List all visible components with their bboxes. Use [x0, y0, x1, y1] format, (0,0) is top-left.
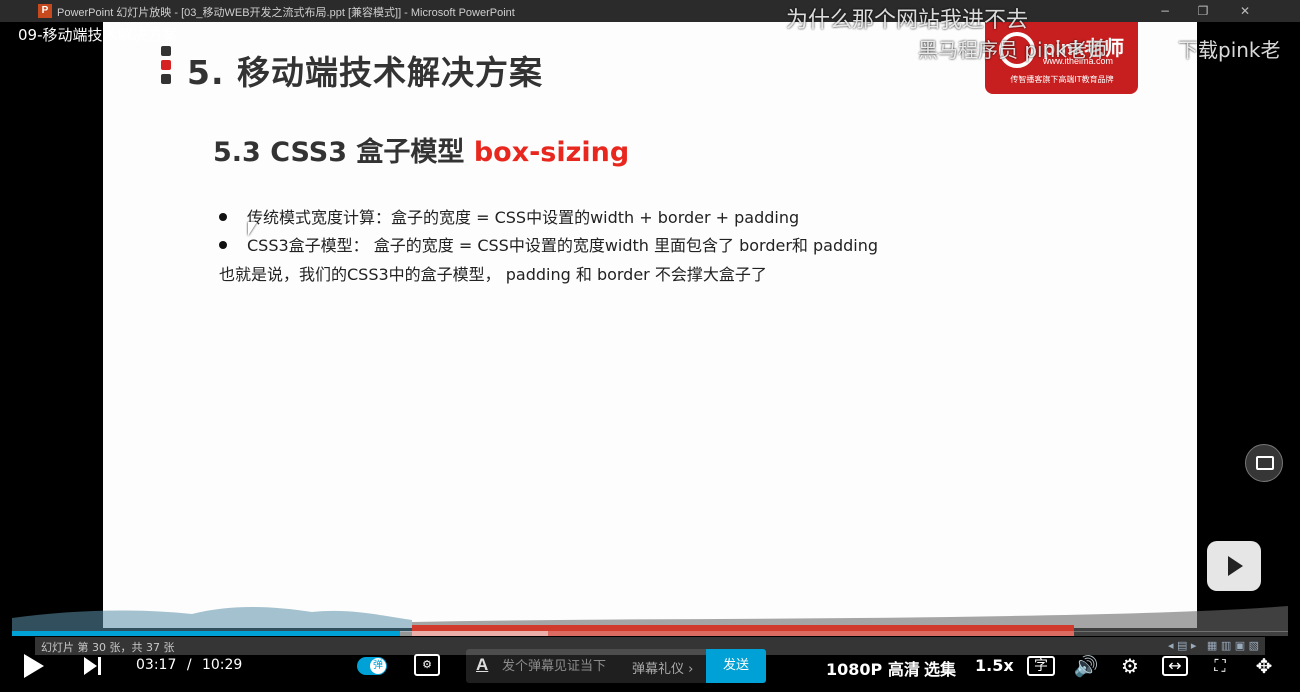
slide-heading-bullets [161, 46, 173, 88]
played-bar [12, 631, 400, 636]
bullet-line-2: CSS3盒子模型： 盒子的宽度 = CSS中设置的宽度width 里面包含了 b… [219, 232, 878, 256]
close-button[interactable]: ✕ [1236, 2, 1254, 20]
bilibili-tv-icon[interactable] [1207, 541, 1261, 591]
slide-subheading: 5.3 CSS3 盒子模型 box-sizing [213, 130, 629, 169]
player-control-bar: 03:17 / 10:29 弹 ⚙ A 弹幕礼仪 › 发送 1080P 高清 选… [0, 648, 1300, 692]
slide-heading: 5. 移动端技术解决方案 [187, 53, 543, 92]
bullet-text: 传统模式宽度计算：盒子的宽度 = CSS中设置的width + border +… [247, 208, 800, 227]
minimize-button[interactable]: − [1156, 2, 1174, 20]
logo-tagline: 传智播客旗下高端IT教育品牌 [1010, 75, 1114, 84]
bullet-dot [219, 212, 227, 221]
danmaku-toggle[interactable]: 弹 [357, 657, 387, 675]
video-progress-track[interactable] [12, 631, 1288, 636]
fullscreen-icon[interactable]: ✥ [1251, 654, 1277, 678]
bullet-dot [219, 240, 227, 249]
quality-selector[interactable]: 1080P 高清 [826, 656, 920, 680]
next-episode-button[interactable] [84, 657, 102, 675]
play-button[interactable] [24, 654, 44, 678]
mini-player-button[interactable] [1245, 444, 1283, 482]
bullet-square [161, 46, 171, 56]
picture-in-picture-icon [1256, 456, 1274, 470]
buffered-bar [399, 631, 548, 636]
next-icon [84, 657, 97, 675]
current-time: 03:17 [136, 657, 177, 673]
danmaku-message: 为什么那个网站我进不去 [786, 8, 1029, 33]
danmaku-style-icon[interactable]: A [476, 655, 488, 675]
video-title: 09-移动端技术解决方案 [18, 26, 178, 44]
body-line-3: 也就是说，我们的CSS3中的盒子模型， padding 和 border 不会撑… [219, 265, 767, 284]
play-icon [1228, 556, 1243, 576]
duration: 10:29 [201, 657, 243, 673]
gear-icon[interactable]: ⚙ [1117, 654, 1143, 678]
subtitle-icon[interactable]: 字 [1027, 656, 1055, 676]
danmaku-toggle-knob: 弹 [370, 658, 386, 674]
volume-icon[interactable]: 🔊 [1073, 654, 1099, 678]
ppt-titlebar: P PowerPoint 幻灯片放映 - [03_移动WEB开发之流式布局.pp… [0, 0, 1300, 22]
danmaku-message: 下载pink老 [1178, 38, 1281, 62]
mouse-cursor-icon [248, 222, 257, 236]
bullet-text: CSS3盒子模型： 盒子的宽度 = CSS中设置的宽度width 里面包含了 b… [247, 236, 879, 255]
next-icon-bar [98, 657, 101, 675]
danmaku-etiquette-link[interactable]: 弹幕礼仪 › [632, 658, 693, 677]
web-fullscreen-icon[interactable]: ⛶ [1207, 654, 1233, 678]
subheading-text: 5.3 CSS3 盒子模型 [213, 137, 474, 168]
bullet-line-1: 传统模式宽度计算：盒子的宽度 = CSS中设置的width + border +… [219, 204, 799, 228]
subheading-accent: box-sizing [473, 137, 630, 168]
time-separator: / [186, 657, 192, 673]
danmaku-message: 黑马程序员 pink老师 [918, 38, 1107, 62]
send-button[interactable]: 发送 [706, 649, 766, 683]
danmaku-input-box: A 弹幕礼仪 › 发送 [466, 649, 766, 683]
danmaku-settings-button[interactable]: ⚙ [414, 654, 440, 676]
slide: 5. 移动端技术解决方案 pink老师 www.itheima.com 传智播客… [103, 22, 1197, 628]
time-display: 03:17 / 10:29 [136, 657, 242, 673]
restore-button[interactable]: ❐ [1194, 2, 1212, 20]
powerpoint-icon: P [38, 4, 52, 18]
bullet-square-red [161, 60, 171, 70]
bullet-square [161, 74, 171, 84]
widescreen-icon[interactable]: ↔ [1162, 656, 1188, 676]
speed-selector[interactable]: 1.5x [975, 656, 1014, 675]
ppt-window-title: PowerPoint 幻灯片放映 - [03_移动WEB开发之流式布局.ppt … [57, 7, 515, 19]
episodes-button[interactable]: 选集 [924, 656, 956, 680]
